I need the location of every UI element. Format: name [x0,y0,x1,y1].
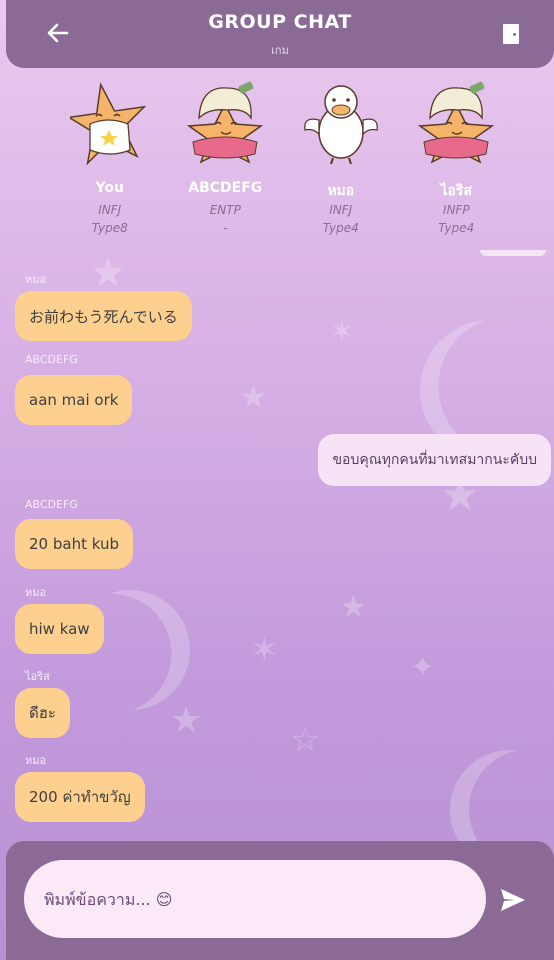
star-decoration: ★ [240,380,267,415]
message-bubble-edge [480,250,546,256]
member-mbti: INFP [442,203,470,217]
star-decoration: ✶ [250,630,279,670]
star-avatar-icon [69,82,147,166]
door-exit-icon [503,24,519,44]
member-enneagram: Type8 [91,221,128,235]
message-bubble-incoming[interactable]: 20 baht kub [15,519,133,569]
send-button[interactable] [496,883,530,917]
star-hair-avatar-icon [418,81,495,164]
message-input[interactable] [24,860,486,938]
message-sender: ไอริส [25,670,50,683]
bird-avatar-icon [303,85,378,165]
member-mbti: INFJ [98,203,122,217]
page-title: GROUP CHAT [208,11,352,33]
message-sender: หมอ [25,273,47,286]
member-name: You [95,180,124,196]
member-card[interactable]: ABCDEFG ENTP - [168,80,284,250]
member-card[interactable]: หมอ INFJ Type4 [283,80,399,250]
chat-header: GROUP CHAT เกม [6,0,554,68]
message-composer [6,841,554,960]
member-enneagram: Type4 [322,221,359,235]
star-decoration: ✶ [330,315,354,348]
message-sender: หมอ [25,586,47,599]
page-subtitle: เกม [271,44,289,57]
member-mbti: ENTP [209,203,241,217]
star-decoration: ✦ [410,650,436,685]
member-name: ไอริส [440,183,472,199]
message-bubble-incoming[interactable]: 200 ค่าทำขวัญ [15,772,145,822]
star-decoration: ★ [90,250,126,296]
message-sender: หมอ [25,754,47,767]
member-mbti: INFJ [329,203,353,217]
message-sender: ABCDEFG [25,353,78,366]
message-bubble-incoming[interactable]: お前わもう死んでいる [15,291,192,341]
member-card[interactable]: You INFJ Type8 [52,80,168,250]
send-icon [501,889,525,911]
member-card[interactable]: ไอริส INFP Type4 [399,80,515,250]
star-decoration: ☆ [290,720,321,760]
member-enneagram: - [223,221,228,235]
message-bubble-incoming[interactable]: hiw kaw [15,604,104,654]
star-decoration: ★ [340,590,367,625]
member-name: หมอ [327,183,355,199]
chat-screen: ★ ✶ ★ ★ ★ ✶ ★ ✦ ☆ GROUP CHAT เกม You INF… [0,0,554,960]
member-list: You INFJ Type8 ABCDEFG ENTP - หมอ INFJ T… [52,80,514,250]
message-bubble-incoming[interactable]: aan mai ork [15,375,133,425]
message-bubble-outgoing[interactable]: ขอบคุณทุกคนที่มาเทสมากนะคับบ [318,434,551,486]
message-sender: ABCDEFG [25,498,78,511]
message-bubble-incoming[interactable]: ดีฮะ [15,688,70,738]
exit-button[interactable] [496,20,526,48]
star-hair-avatar-icon [187,81,264,164]
member-name: ABCDEFG [188,180,263,196]
star-decoration: ★ [170,700,203,741]
member-enneagram: Type4 [438,221,475,235]
